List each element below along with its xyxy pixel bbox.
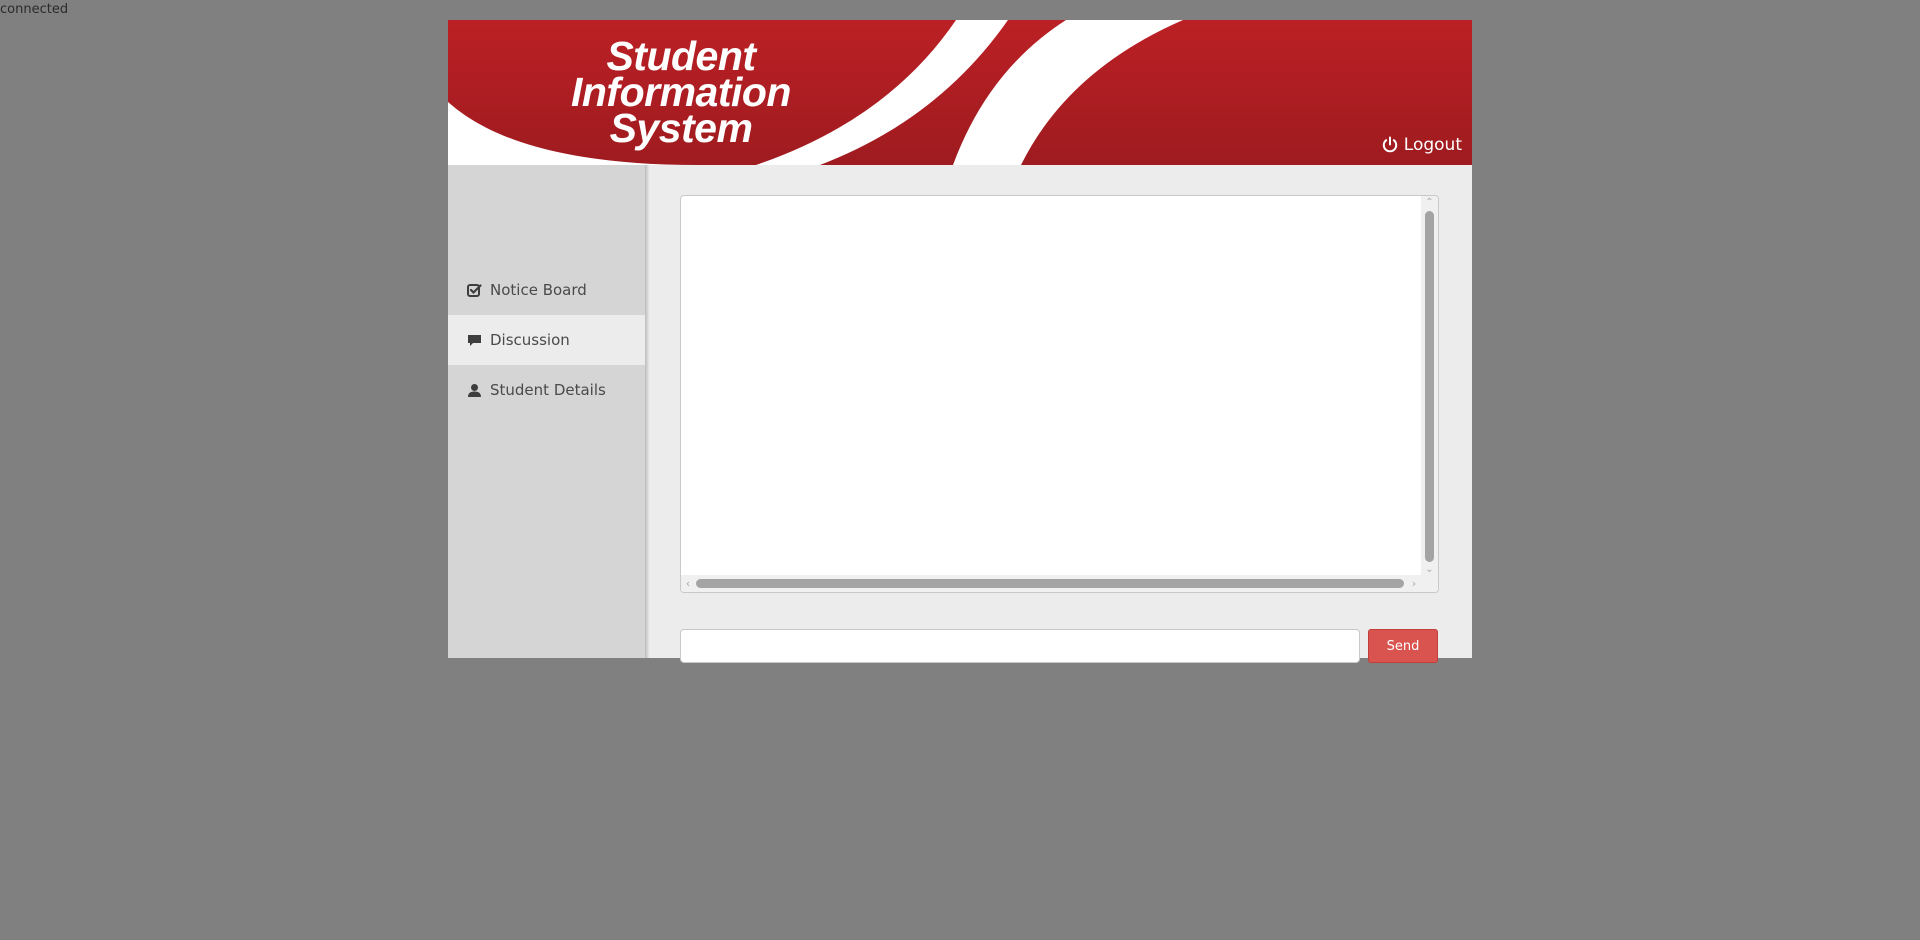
logout-label: Logout [1403,135,1462,155]
logo-line-3: System [609,105,753,151]
comment-icon [467,333,482,348]
vertical-scrollbar[interactable]: ⌃ ⌄ [1421,196,1438,577]
header-banner: Student Information System Logout [448,20,1472,165]
sidebar-item-label: Student Details [490,381,606,399]
power-icon [1381,136,1399,154]
vertical-scroll-thumb[interactable] [1425,211,1434,562]
sidebar-item-notice-board[interactable]: Notice Board [448,265,646,315]
scroll-up-arrow-icon[interactable]: ⌃ [1421,196,1438,210]
logout-button[interactable]: Logout [1381,135,1462,155]
app-window: Student Information System Logout Notice… [448,20,1472,663]
sidebar-item-label: Discussion [490,331,570,349]
sidebar-item-student-details[interactable]: Student Details [448,365,646,415]
discussion-panel: ⌃ ⌄ ‹ › Send [649,165,1472,663]
message-input[interactable] [680,629,1360,663]
check-square-icon [467,283,482,298]
chat-messages-area[interactable]: ⌃ ⌄ ‹ › [680,195,1439,593]
sidebar: Notice Board Discussion Student Details [448,165,646,658]
sidebar-nav: Notice Board Discussion Student Details [448,265,646,415]
scrollbar-corner [1421,575,1438,592]
send-button[interactable]: Send [1368,629,1438,663]
scroll-left-arrow-icon[interactable]: ‹ [681,575,695,592]
horizontal-scrollbar[interactable]: ‹ › [681,575,1421,592]
horizontal-scroll-thumb[interactable] [696,579,1404,588]
scroll-right-arrow-icon[interactable]: › [1407,575,1421,592]
sidebar-item-discussion[interactable]: Discussion [448,315,646,365]
logo: Student Information System [550,36,812,151]
connection-status: connected [0,2,69,17]
user-icon [467,383,482,398]
sidebar-item-label: Notice Board [490,281,587,299]
